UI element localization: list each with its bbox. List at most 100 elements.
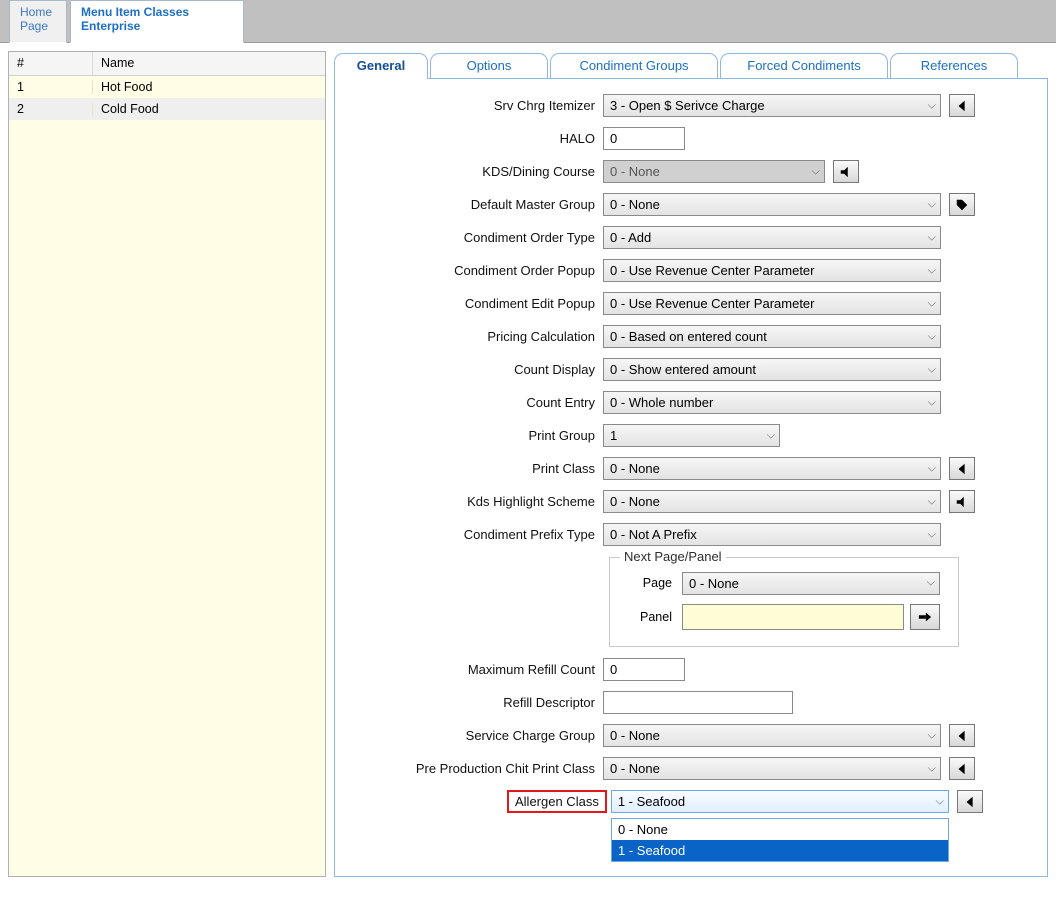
- select-condiment-order-type[interactable]: 0 - Add ⌵: [603, 226, 941, 249]
- input-maximum-refill-count[interactable]: [603, 658, 685, 681]
- tab-condiment-groups[interactable]: Condiment Groups: [550, 53, 718, 79]
- tab-home-line1: Home: [20, 5, 56, 19]
- chevron-down-icon: ⌵: [928, 359, 936, 380]
- dropdown-allergen-class[interactable]: 0 - None 1 - Seafood: [611, 818, 949, 862]
- general-panel: Srv Chrg Itemizer 3 - Open $ Serivce Cha…: [334, 78, 1048, 877]
- select-allergen-class[interactable]: 1 - Seafood ⌵: [611, 790, 949, 813]
- select-pricing-calculation[interactable]: 0 - Based on entered count ⌵: [603, 325, 941, 348]
- table-row[interactable]: 1 Hot Food: [9, 76, 325, 98]
- select-print-class[interactable]: 0 - None⌵: [603, 457, 941, 480]
- select-srv-chrg-itemizer[interactable]: 3 - Open $ Serivce Charge⌵: [603, 94, 941, 117]
- select-kds-dining-course[interactable]: 0 - None⌵: [603, 160, 825, 183]
- select-value: 0 - Not A Prefix: [610, 524, 697, 545]
- label-page: Page: [622, 576, 682, 590]
- tab-home-page[interactable]: Home Page: [9, 0, 67, 43]
- tab-options[interactable]: Options: [430, 53, 548, 79]
- label-count-display: Count Display: [335, 362, 603, 377]
- label-condiment-order-type: Condiment Order Type: [335, 230, 603, 245]
- nav-left-button[interactable]: [949, 457, 975, 480]
- label-count-entry: Count Entry: [335, 395, 603, 410]
- label-srv-chrg-itemizer: Srv Chrg Itemizer: [335, 98, 603, 113]
- form: Srv Chrg Itemizer 3 - Open $ Serivce Cha…: [335, 79, 1047, 828]
- chevron-down-icon: ⌵: [767, 425, 775, 446]
- nav-left-button[interactable]: [957, 790, 983, 813]
- detail-tabstrip: General Options Condiment Groups Forced …: [334, 51, 1048, 79]
- tag-icon-button[interactable]: [949, 193, 975, 216]
- chevron-down-icon: ⌵: [928, 326, 936, 347]
- select-service-charge-group[interactable]: 0 - None ⌵: [603, 724, 941, 747]
- chevron-down-icon: ⌵: [928, 392, 936, 413]
- left-list-header: # Name: [9, 52, 325, 76]
- label-print-group: Print Group: [335, 428, 603, 443]
- top-tabstrip: Home Page Menu Item Classes Enterprise: [0, 0, 1056, 43]
- chevron-down-icon: ⌵: [928, 524, 936, 545]
- tab-menu-line2: Enterprise: [81, 19, 233, 33]
- select-value: 1 - Seafood: [618, 791, 685, 812]
- input-next-panel[interactable]: [682, 604, 904, 630]
- chevron-down-icon: ⌵: [928, 227, 936, 248]
- detail-pane: General Options Condiment Groups Forced …: [334, 51, 1048, 877]
- select-default-master-group[interactable]: 0 - None⌵: [603, 193, 941, 216]
- select-kds-highlight-scheme[interactable]: 0 - None ⌵: [603, 490, 941, 513]
- chevron-down-icon: ⌵: [928, 725, 936, 746]
- label-kds-highlight-scheme: Kds Highlight Scheme: [335, 494, 603, 509]
- tab-general[interactable]: General: [334, 53, 428, 79]
- select-value: 0 - None: [610, 458, 660, 479]
- cell-name: Hot Food: [93, 80, 160, 94]
- dropdown-option[interactable]: 0 - None: [612, 819, 948, 840]
- label-default-master-group: Default Master Group: [335, 197, 603, 212]
- label-maximum-refill-count: Maximum Refill Count: [335, 662, 603, 677]
- tab-menu-item-classes[interactable]: Menu Item Classes Enterprise: [70, 0, 244, 43]
- left-list-body: 1 Hot Food 2 Cold Food: [9, 76, 325, 120]
- column-header-num[interactable]: #: [9, 52, 93, 75]
- select-value: 0 - None: [610, 725, 660, 746]
- tab-home-line2: Page: [20, 19, 56, 33]
- chevron-down-icon: ⌵: [928, 491, 936, 512]
- speaker-icon-button[interactable]: [949, 490, 975, 513]
- select-condiment-prefix-type[interactable]: 0 - Not A Prefix ⌵: [603, 523, 941, 546]
- label-allergen-class: Allergen Class: [507, 790, 607, 813]
- dropdown-option[interactable]: 1 - Seafood: [612, 840, 948, 861]
- tab-menu-line1: Menu Item Classes: [81, 5, 233, 19]
- select-next-page[interactable]: 0 - None⌵: [682, 572, 940, 595]
- input-refill-descriptor[interactable]: [603, 691, 793, 714]
- fieldset-next-page-panel: Next Page/Panel Page 0 - None⌵ Panel: [609, 557, 959, 647]
- table-row[interactable]: 2 Cold Food: [9, 98, 325, 120]
- app-window: Home Page Menu Item Classes Enterprise #…: [0, 0, 1056, 905]
- cell-num: 2: [9, 102, 93, 116]
- select-value: 0 - Based on entered count: [610, 326, 767, 347]
- tab-references[interactable]: References: [890, 53, 1018, 79]
- input-halo[interactable]: [603, 127, 685, 150]
- chevron-down-icon: ⌵: [935, 791, 943, 812]
- arrow-right-button[interactable]: [910, 604, 940, 630]
- chevron-down-icon: ⌵: [928, 293, 936, 314]
- select-condiment-edit-popup[interactable]: 0 - Use Revenue Center Parameter⌵: [603, 292, 941, 315]
- label-service-charge-group: Service Charge Group: [335, 728, 603, 743]
- select-value: 0 - None: [610, 491, 660, 512]
- speaker-icon-button[interactable]: [833, 160, 859, 183]
- select-value: 0 - Use Revenue Center Parameter: [610, 260, 814, 281]
- cell-num: 1: [9, 80, 93, 94]
- select-print-group[interactable]: 1⌵: [603, 424, 780, 447]
- label-pricing-calculation: Pricing Calculation: [335, 329, 603, 344]
- select-value: 0 - None: [610, 194, 660, 215]
- column-header-name[interactable]: Name: [93, 52, 142, 75]
- left-list-pane: # Name 1 Hot Food 2 Cold Food: [8, 51, 326, 877]
- nav-left-button[interactable]: [949, 94, 975, 117]
- select-count-display[interactable]: 0 - Show entered amount⌵: [603, 358, 941, 381]
- label-pre-production-chit: Pre Production Chit Print Class: [335, 761, 603, 776]
- select-pre-production-chit[interactable]: 0 - None⌵: [603, 757, 941, 780]
- label-condiment-prefix-type: Condiment Prefix Type: [335, 527, 603, 542]
- select-count-entry[interactable]: 0 - Whole number⌵: [603, 391, 941, 414]
- chevron-down-icon: ⌵: [928, 95, 936, 116]
- label-halo: HALO: [335, 131, 603, 146]
- label-condiment-edit-popup: Condiment Edit Popup: [335, 296, 603, 311]
- nav-left-button[interactable]: [949, 757, 975, 780]
- label-refill-descriptor: Refill Descriptor: [335, 695, 603, 710]
- select-condiment-order-popup[interactable]: 0 - Use Revenue Center Parameter ⌵: [603, 259, 941, 282]
- chevron-down-icon: ⌵: [928, 260, 936, 281]
- chevron-down-icon: ⌵: [812, 161, 820, 182]
- select-value: 0 - Add: [610, 227, 651, 248]
- nav-left-button[interactable]: [949, 724, 975, 747]
- tab-forced-condiments[interactable]: Forced Condiments: [720, 53, 888, 79]
